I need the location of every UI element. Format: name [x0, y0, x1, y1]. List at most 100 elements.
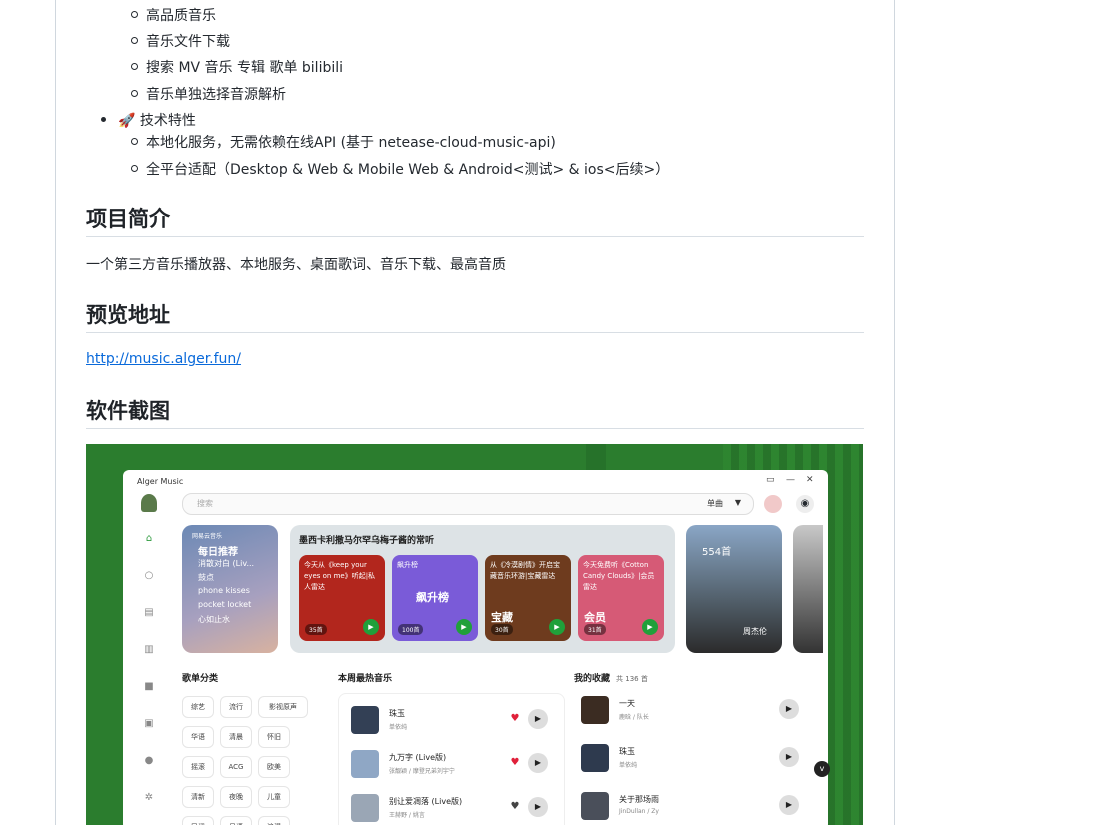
search-icon: ○	[144, 570, 154, 581]
playlist-card: 今天从《keep your eyes on me》听起|私人雷达 35首 ▶	[299, 555, 385, 641]
daily-song: 消散对白 (Liv...	[198, 559, 255, 568]
playlist-card: 从《冷漠剧情》开启宝藏音乐环游|宝藏雷达 宝藏 30首 ▶	[485, 555, 571, 641]
category-tag: 日语	[220, 816, 252, 825]
card-text: 今天免费听《Cotton Candy Clouds》|会员雷达	[583, 561, 655, 591]
card-count: 30首	[491, 624, 513, 635]
hot-title: 本周最热音乐	[338, 674, 393, 684]
avatar	[141, 494, 157, 512]
play-icon: ▶	[528, 797, 548, 817]
intro-heading: 项目简介	[86, 207, 170, 231]
heart-icon: ♥	[510, 757, 520, 768]
video-icon: ■	[144, 681, 154, 692]
play-icon: ▶	[642, 619, 658, 635]
minimize-icon: —	[786, 475, 795, 485]
gear-icon: ✲	[144, 792, 154, 803]
song-title: 九万字 (Live版)	[389, 753, 447, 762]
cover-image	[581, 744, 609, 772]
brand-label: 网易云音乐	[192, 533, 223, 540]
daily-song: pocket locket	[198, 600, 252, 609]
user-avatar	[764, 495, 782, 513]
chart-icon: ▥	[144, 644, 154, 655]
list-item: 本地化服务，无需依赖在线API (基于 netease-cloud-music-…	[131, 132, 556, 152]
category-tag: 儿童	[258, 786, 290, 808]
card-count: 31首	[584, 624, 606, 635]
category-tag: 流行	[220, 696, 252, 718]
play-icon: ▶	[779, 699, 799, 719]
artist-card	[793, 525, 823, 653]
app-title: Alger Music	[137, 477, 184, 486]
card-big-text: 宝藏	[491, 611, 513, 624]
playlist-card: 飙升榜 飙升榜 100首 ▶	[392, 555, 478, 641]
song-title: 关于那场雨	[619, 795, 659, 804]
song-artist: 单依纯	[619, 762, 638, 769]
cover-image	[351, 706, 379, 734]
list-item: 搜索 MV 音乐 专辑 歌单 bilibili	[130, 57, 343, 77]
category-tag: 清新	[182, 786, 214, 808]
github-icon: ◉	[796, 495, 814, 513]
favorites-label: 我的收藏	[574, 674, 611, 684]
preview-heading: 预览地址	[86, 303, 170, 327]
fav-row: 关于那场雨 JinDullan / Zy ▶	[581, 788, 803, 822]
play-icon: ▶	[779, 795, 799, 815]
card-big-text: 飙升榜	[416, 591, 449, 604]
heart-icon: ♥	[510, 801, 520, 812]
play-icon: ▶	[528, 709, 548, 729]
song-artist: 张靓颖 / 摩登兄弟刘宇宁	[389, 768, 455, 775]
song-title: 别让爱凋落 (Live版)	[389, 797, 463, 806]
heart-icon: ♥	[510, 713, 520, 724]
app-screenshot: Alger Music ▭ — ✕ ⌂ ○ ▤ ▥ ■ ▣ ● ✲ 搜索 单曲 …	[86, 444, 863, 825]
artist-card: 554首 周杰伦	[686, 525, 782, 653]
divider	[86, 236, 864, 237]
chevron-down-icon: v	[814, 761, 830, 777]
chevron-down-icon: ▼	[734, 498, 741, 507]
home-icon: ⌂	[145, 533, 153, 544]
category-tag: 欧美	[258, 756, 290, 778]
search-mode: 单曲	[707, 499, 723, 508]
song-row: 别让爱凋落 (Live版) 王赫野 / 姚言 ♥ ▶	[351, 790, 561, 824]
song-title: 珠玉	[389, 709, 405, 718]
category-tag: 夜晚	[220, 786, 252, 808]
song-artist: JinDullan / Zy	[619, 808, 659, 815]
radar-panel: 墨西卡利撒马尔罕乌梅子酱的常听 今天从《keep your eyes on me…	[290, 525, 675, 653]
playlist-card: 今天免费听《Cotton Candy Clouds》|会员雷达 会员 31首 ▶	[578, 555, 664, 641]
list-item: 全平台适配（Desktop & Web & Mobile Web & Andro…	[130, 159, 669, 179]
category-tag: 浪漫	[258, 816, 290, 825]
cover-image	[581, 792, 609, 820]
play-icon: ▶	[528, 753, 548, 773]
intro-text: 一个第三方音乐播放器、本地服务、桌面歌词、音乐下载、最高音质	[86, 257, 506, 273]
mini-mode-icon: ▭	[766, 475, 775, 485]
radar-title: 墨西卡利撒马尔罕乌梅子酱的常听	[299, 536, 435, 546]
artist-count: 554首	[702, 547, 732, 558]
song-artist: 单依纯	[389, 724, 408, 731]
app-window: Alger Music ▭ — ✕ ⌂ ○ ▤ ▥ ■ ▣ ● ✲ 搜索 单曲 …	[123, 470, 828, 825]
song-row: 九万字 (Live版) 张靓颖 / 摩登兄弟刘宇宁 ♥ ▶	[351, 746, 561, 780]
daily-song: 鼓点	[198, 573, 214, 582]
favorites-title: 我的收藏共 136 首	[574, 671, 648, 684]
search-placeholder: 搜索	[197, 499, 213, 508]
card-count: 100首	[398, 624, 424, 635]
cover-image	[581, 696, 609, 724]
card-big-text: 会员	[584, 611, 606, 624]
album-icon: ▣	[144, 718, 154, 729]
category-tag: 摇滚	[182, 756, 214, 778]
card-text: 飙升榜	[397, 561, 418, 569]
play-icon: ▶	[779, 747, 799, 767]
preview-link[interactable]: http://music.alger.fun/	[86, 351, 241, 367]
readme-document: 高品质音乐 音乐文件下载 搜索 MV 音乐 专辑 歌单 bilibili 音乐单…	[55, 0, 895, 825]
song-title: 珠玉	[619, 747, 635, 756]
category-tag: 华语	[182, 726, 214, 748]
daily-song: phone kisses	[198, 586, 250, 595]
close-icon: ✕	[806, 475, 814, 485]
category-tag: 清晨	[220, 726, 252, 748]
list-item: 高品质音乐	[131, 5, 216, 25]
category-tag: 怀旧	[258, 726, 290, 748]
cover-image	[351, 794, 379, 822]
song-row: 珠玉 单依纯 ♥ ▶	[351, 702, 561, 736]
list-item: 音乐文件下载	[131, 31, 230, 51]
screenshots-heading: 软件截图	[86, 399, 170, 423]
fav-row: 一天 鹿晗 / 队长 ▶	[581, 692, 803, 726]
artist-name: 周杰伦	[743, 627, 767, 636]
play-icon: ▶	[549, 619, 565, 635]
category-tag: 民谣	[182, 816, 214, 825]
daily-recommend-card: 网易云音乐 每日推荐 消散对白 (Liv... 鼓点 phone kisses …	[182, 525, 278, 653]
